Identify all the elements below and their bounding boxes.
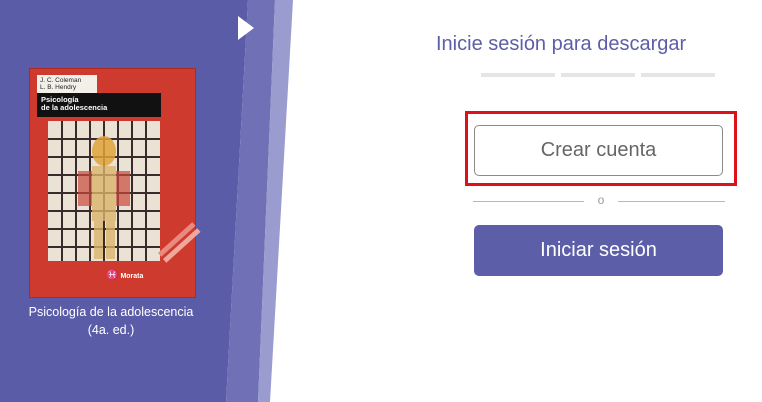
cover-authors: J. C. Coleman L. B. Hendry bbox=[37, 75, 97, 93]
cover-title: Psicología de la adolescencia bbox=[37, 93, 161, 117]
progress-step bbox=[481, 73, 555, 77]
create-account-button[interactable]: Crear cuenta bbox=[474, 125, 723, 176]
cover-illustration bbox=[48, 121, 160, 261]
progress-step bbox=[641, 73, 715, 77]
book-title-caption: Psicología de la adolescencia (4a. ed.) bbox=[28, 305, 194, 337]
publisher-logo-icon: ♓ bbox=[106, 270, 119, 281]
sign-in-button[interactable]: Iniciar sesión bbox=[474, 225, 723, 276]
book-cover[interactable]: J. C. Coleman L. B. Hendry Psicología de… bbox=[29, 68, 201, 298]
divider-line bbox=[473, 201, 584, 202]
divider-line bbox=[618, 201, 725, 202]
login-heading: Inicie sesión para descargar bbox=[436, 33, 687, 55]
divider-label: o bbox=[597, 193, 605, 207]
progress-step bbox=[561, 73, 635, 77]
cover-publisher: ♓ Morata bbox=[106, 270, 144, 281]
book-panel: J. C. Coleman L. B. Hendry Psicología de… bbox=[0, 0, 300, 402]
